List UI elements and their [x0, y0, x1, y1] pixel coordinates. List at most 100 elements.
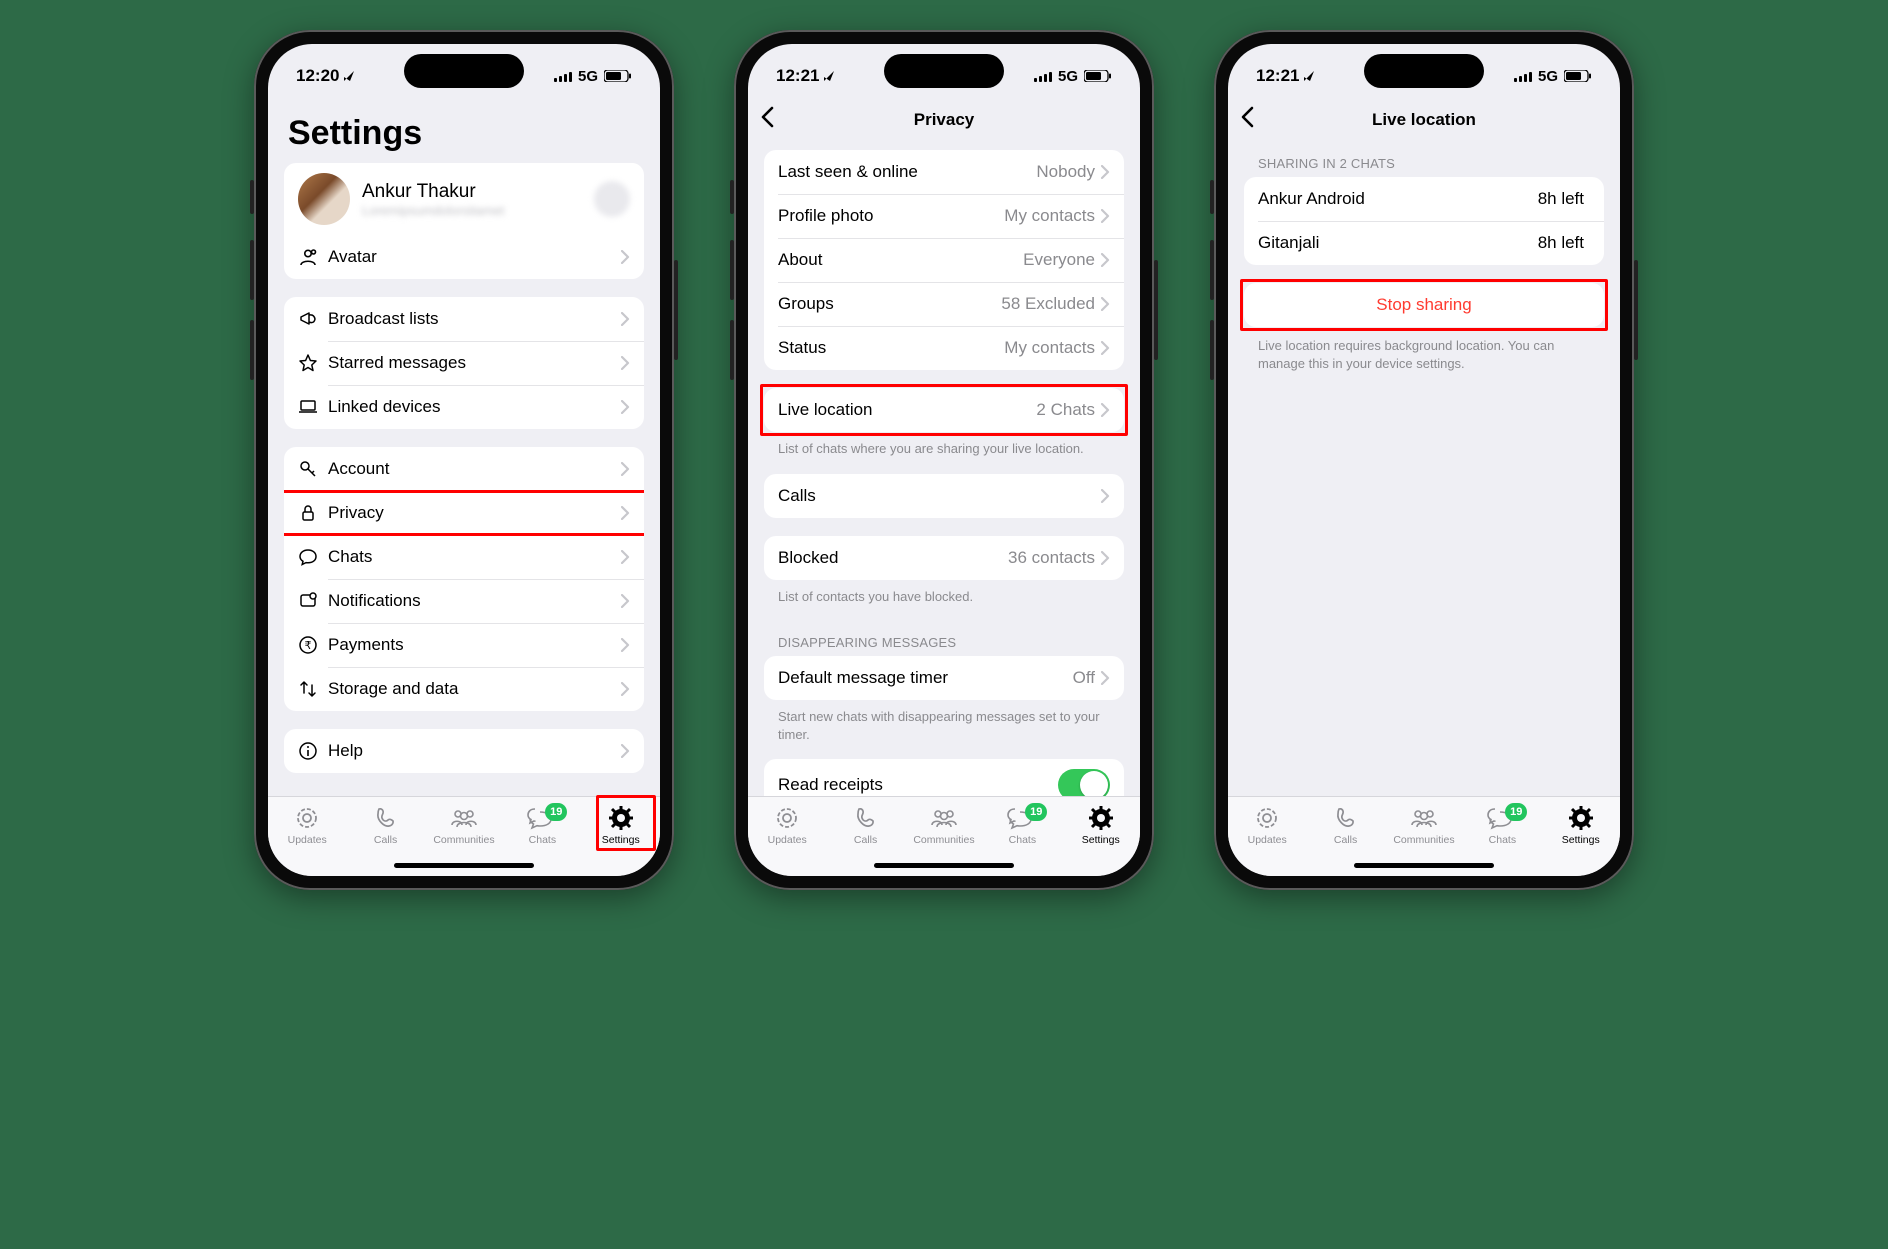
starred-messages-row[interactable]: Starred messages: [284, 341, 644, 385]
chevron-right-icon: [621, 400, 630, 414]
storage-row[interactable]: Storage and data: [284, 667, 644, 711]
chats-badge: 19: [1025, 803, 1047, 821]
row-label: Ankur Android: [1258, 189, 1538, 209]
chevron-right-icon: [1101, 209, 1110, 223]
tab-label: Communities: [1393, 834, 1454, 846]
row-label: Live location: [778, 400, 1036, 420]
tab-label: Settings: [1082, 834, 1120, 846]
tab-settings[interactable]: Settings: [586, 805, 656, 846]
qr-icon[interactable]: [594, 181, 630, 217]
calls-row[interactable]: Calls: [764, 474, 1124, 518]
page-title: Settings: [288, 114, 640, 153]
location-arrow-icon: [823, 70, 835, 82]
chats-label: Chats: [328, 547, 621, 567]
chats-badge: 19: [545, 803, 567, 821]
lock-icon: [298, 503, 328, 523]
back-button[interactable]: [760, 106, 776, 133]
profile-photo-row[interactable]: Profile photo My contacts: [764, 194, 1124, 238]
gear-icon: [608, 805, 634, 831]
chevron-right-icon: [621, 312, 630, 326]
row-label: Profile photo: [778, 206, 1004, 226]
timer-row[interactable]: Default message timer Off: [764, 656, 1124, 700]
tab-calls[interactable]: Calls: [351, 805, 421, 846]
status-row[interactable]: Status My contacts: [764, 326, 1124, 370]
storage-label: Storage and data: [328, 679, 621, 699]
notifications-row[interactable]: Notifications: [284, 579, 644, 623]
tab-calls[interactable]: Calls: [831, 805, 901, 846]
phone-icon: [853, 805, 879, 831]
row-label: About: [778, 250, 1023, 270]
blocked-row[interactable]: Blocked 36 contacts: [764, 536, 1124, 580]
tab-updates[interactable]: Updates: [1232, 805, 1302, 846]
row-value: Everyone: [1023, 250, 1095, 270]
tab-label: Settings: [1562, 834, 1600, 846]
linked-devices-row[interactable]: Linked devices: [284, 385, 644, 429]
megaphone-icon: [298, 309, 328, 329]
communities-icon: [929, 805, 959, 831]
notifications-label: Notifications: [328, 591, 621, 611]
chevron-right-icon: [1101, 253, 1110, 267]
stop-sharing-button[interactable]: Stop sharing: [1244, 283, 1604, 327]
account-label: Account: [328, 459, 621, 479]
tab-calls[interactable]: Calls: [1311, 805, 1381, 846]
row-value: 8h left: [1538, 189, 1584, 209]
chevron-right-icon: [1101, 165, 1110, 179]
chevron-right-icon: [621, 506, 630, 520]
updates-icon: [1254, 805, 1280, 831]
tab-updates[interactable]: Updates: [272, 805, 342, 846]
nav-title: Privacy: [914, 110, 975, 130]
payments-row[interactable]: ₹ Payments: [284, 623, 644, 667]
help-row[interactable]: Help: [284, 729, 644, 773]
gear-icon: [1088, 805, 1114, 831]
last-seen-row[interactable]: Last seen & online Nobody: [764, 150, 1124, 194]
back-button[interactable]: [1240, 106, 1256, 133]
calls-group: Calls: [764, 474, 1124, 518]
receipts-row: Read receipts: [764, 759, 1124, 796]
chevron-right-icon: [621, 250, 630, 264]
tab-updates[interactable]: Updates: [752, 805, 822, 846]
broadcast-label: Broadcast lists: [328, 309, 621, 329]
live-location-row[interactable]: Live location 2 Chats: [764, 388, 1124, 432]
row-label: Groups: [778, 294, 1001, 314]
tab-chats[interactable]: Chats 19: [507, 805, 577, 846]
about-row[interactable]: About Everyone: [764, 238, 1124, 282]
tab-communities[interactable]: Communities: [1389, 805, 1459, 846]
broadcast-lists-row[interactable]: Broadcast lists: [284, 297, 644, 341]
tab-communities[interactable]: Communities: [909, 805, 979, 846]
avatar-row[interactable]: Avatar: [284, 235, 644, 279]
tab-label: Chats: [529, 834, 556, 846]
row-value: 2 Chats: [1036, 400, 1095, 420]
chat-row-1[interactable]: Gitanjali 8h left: [1244, 221, 1604, 265]
battery-icon: [1564, 70, 1592, 82]
help-group: Help: [284, 729, 644, 773]
nav-header: Privacy: [748, 98, 1140, 142]
sharing-header: SHARING IN 2 CHATS: [1244, 142, 1604, 177]
svg-text:₹: ₹: [305, 640, 312, 652]
receipts-toggle[interactable]: [1058, 769, 1110, 796]
privacy-core-group: Last seen & online Nobody Profile photo …: [764, 150, 1124, 370]
row-label: Default message timer: [778, 668, 1073, 688]
blocked-footer: List of contacts you have blocked.: [764, 588, 1124, 622]
tab-label: Updates: [768, 834, 807, 846]
tab-label: Calls: [1334, 834, 1357, 846]
profile-row[interactable]: Ankur Thakur Loremipsumdolorsitamet: [284, 163, 644, 235]
tab-chats[interactable]: Chats 19: [987, 805, 1057, 846]
tab-settings[interactable]: Settings: [1066, 805, 1136, 846]
timer-footer: Start new chats with disappearing messag…: [764, 708, 1124, 759]
chat-row-0[interactable]: Ankur Android 8h left: [1244, 177, 1604, 221]
disappearing-header: DISAPPEARING MESSAGES: [764, 621, 1124, 656]
chats-row[interactable]: Chats: [284, 535, 644, 579]
stop-sharing-group: Stop sharing: [1244, 283, 1604, 327]
chats-badge: 19: [1505, 803, 1527, 821]
account-row[interactable]: Account: [284, 447, 644, 491]
nav-title: Live location: [1372, 110, 1476, 130]
tab-communities[interactable]: Communities: [429, 805, 499, 846]
sharing-chats-group: Ankur Android 8h left Gitanjali 8h left: [1244, 177, 1604, 265]
groups-row[interactable]: Groups 58 Excluded: [764, 282, 1124, 326]
privacy-row[interactable]: Privacy: [284, 491, 644, 535]
tab-settings[interactable]: Settings: [1546, 805, 1616, 846]
row-value: 36 contacts: [1008, 548, 1095, 568]
tab-chats[interactable]: Chats 19: [1467, 805, 1537, 846]
tab-label: Settings: [602, 834, 640, 846]
chevron-right-icon: [621, 462, 630, 476]
